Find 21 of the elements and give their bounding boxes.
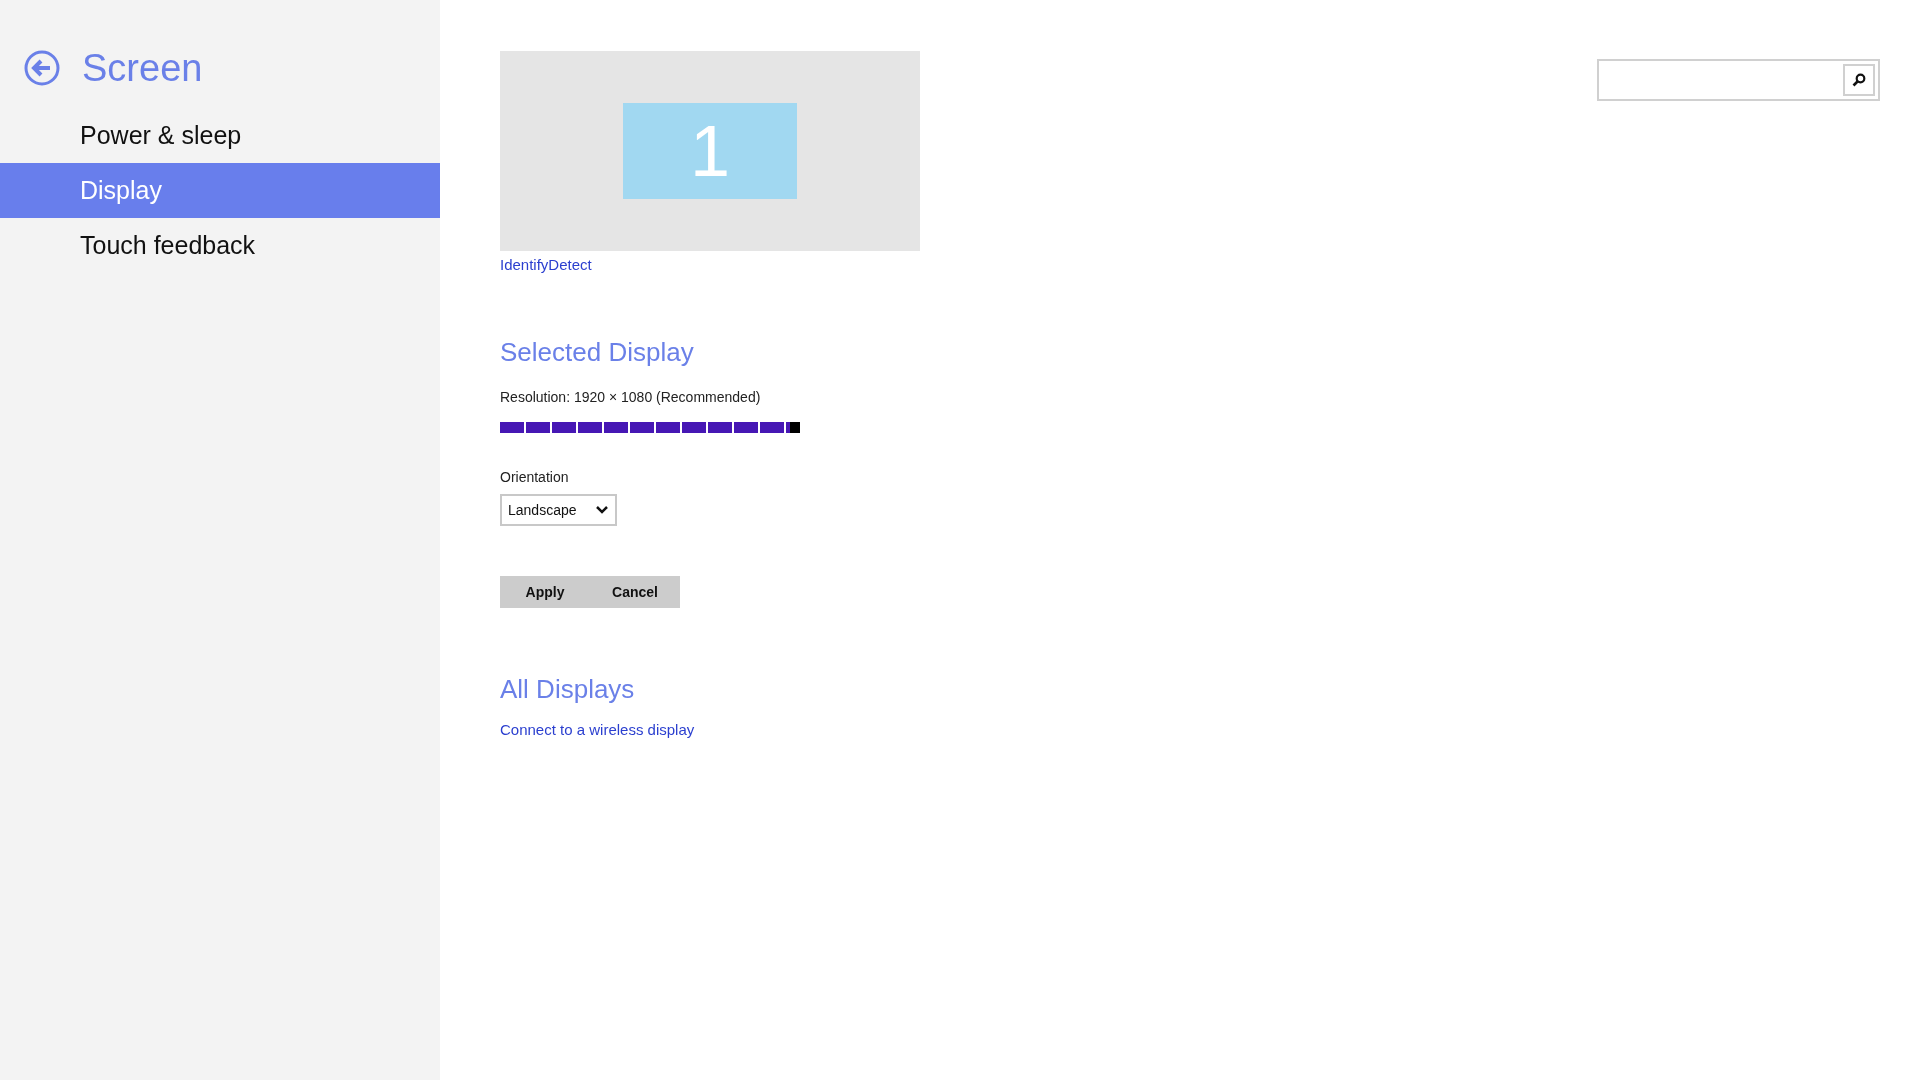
monitor-number: 1: [689, 115, 730, 187]
resolution-slider[interactable]: [500, 422, 800, 433]
sidebar-item[interactable]: Display: [0, 163, 440, 218]
search-field[interactable]: [1597, 59, 1880, 101]
chevron-down-icon: [595, 505, 609, 515]
cancel-button[interactable]: Cancel: [590, 576, 680, 608]
sidebar-item[interactable]: Touch feedback: [0, 218, 440, 273]
identify-detect-link[interactable]: IdentifyDetect: [500, 256, 592, 273]
orientation-label: Orientation: [500, 468, 570, 487]
section-heading: Selected Display: [500, 337, 695, 367]
section-heading: All Displays: [500, 674, 636, 704]
apply-button[interactable]: Apply: [500, 576, 590, 608]
search-button[interactable]: [1843, 64, 1875, 96]
back-icon[interactable]: [24, 50, 60, 86]
page-title: Screen: [82, 49, 203, 87]
search-icon: [1852, 73, 1866, 87]
slider-thumb[interactable]: [790, 422, 800, 433]
sidebar-item[interactable]: Power & sleep: [0, 108, 440, 163]
wireless-display-link[interactable]: Connect to a wireless display: [500, 721, 695, 738]
orientation-dropdown[interactable]: Landscape: [500, 494, 617, 526]
resolution-label: Resolution: 1920 × 1080 (Recommended): [500, 388, 762, 407]
